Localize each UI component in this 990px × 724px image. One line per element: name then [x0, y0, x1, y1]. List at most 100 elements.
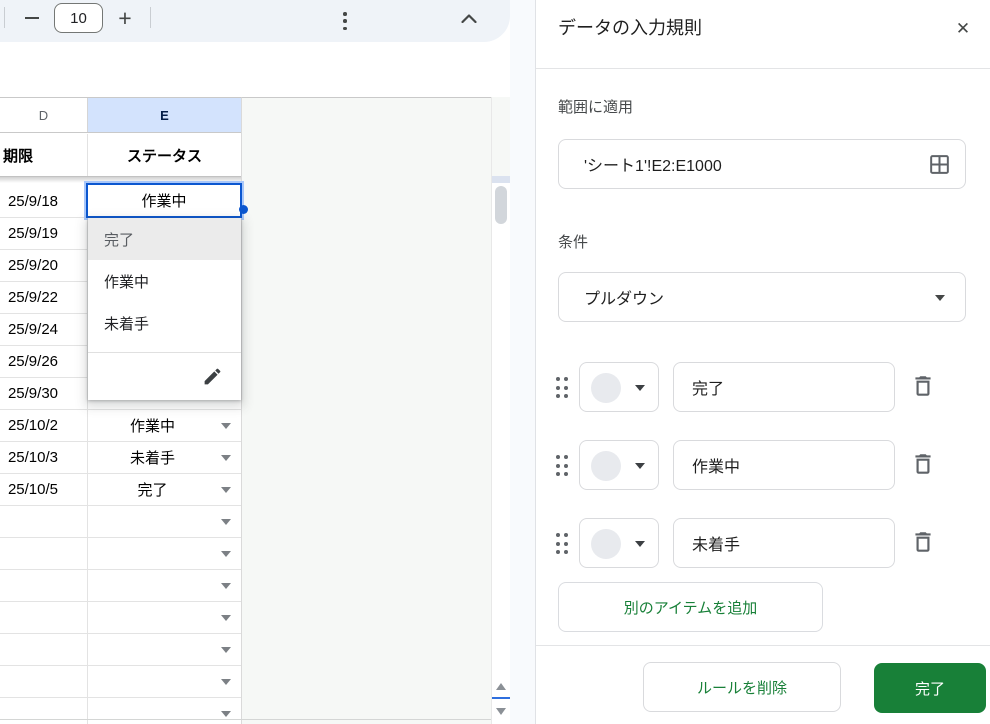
color-chip-button[interactable] — [579, 440, 659, 490]
cell-date[interactable] — [0, 602, 88, 633]
cell-date[interactable] — [0, 506, 88, 537]
cell-dropdown-caret-icon[interactable] — [221, 710, 231, 717]
cell-date[interactable]: 25/10/5 — [0, 474, 88, 505]
cell-dropdown-caret-icon[interactable] — [221, 582, 231, 589]
close-panel-button[interactable]: ✕ — [948, 14, 978, 44]
item-value-input[interactable]: 未着手 — [673, 518, 895, 568]
cell-status[interactable] — [88, 506, 241, 537]
zoom-out-button[interactable] — [16, 3, 48, 33]
panel-gutter — [510, 0, 535, 724]
cell-date[interactable]: 25/10/2 — [0, 410, 88, 441]
cell-dropdown-caret-icon[interactable] — [221, 550, 231, 557]
scroll-down-arrow-icon[interactable] — [496, 708, 506, 715]
scrollbar-frozen-marker — [492, 176, 510, 183]
delete-item-button[interactable] — [909, 529, 937, 557]
cell-date[interactable]: 25/9/26 — [0, 346, 88, 377]
rule-item-row: 未着手 — [536, 518, 990, 568]
color-swatch — [591, 451, 621, 481]
column-header-row: D E — [0, 97, 241, 133]
sheet-row: 25/10/5 完了 — [0, 474, 241, 506]
scroll-up-arrow-icon[interactable] — [496, 683, 506, 690]
cell-date[interactable]: 25/9/22 — [0, 282, 88, 313]
sheet-row: 25/10/3 未着手 — [0, 442, 241, 474]
cell-date[interactable]: 25/9/19 — [0, 218, 88, 249]
column-header-d[interactable]: D — [0, 98, 88, 132]
panel-title: データの入力規則 — [558, 18, 702, 38]
dropdown-option[interactable]: 作業中 — [88, 260, 241, 302]
cell-status[interactable]: 作業中 — [88, 410, 241, 441]
trash-icon — [915, 376, 931, 396]
delete-rule-button[interactable]: ルールを削除 — [643, 662, 841, 712]
cell-status[interactable] — [88, 666, 241, 697]
scrollbar-thumb[interactable] — [495, 186, 507, 224]
cell-dropdown-caret-icon[interactable] — [221, 518, 231, 525]
item-value-input[interactable]: 作業中 — [673, 440, 895, 490]
cell-status[interactable]: 未着手 — [88, 442, 241, 473]
selection-handle[interactable] — [239, 205, 248, 214]
cell-status[interactable] — [88, 602, 241, 633]
cell-dropdown-caret-icon[interactable] — [221, 486, 231, 493]
vertical-scrollbar[interactable] — [491, 97, 510, 724]
color-swatch — [591, 373, 621, 403]
cell-date[interactable] — [0, 698, 88, 724]
selected-cell-value: 作業中 — [141, 193, 187, 210]
chevron-down-icon — [935, 295, 945, 301]
more-options-button[interactable] — [166, 3, 347, 33]
scrollbar-frozen-zone — [492, 97, 510, 176]
sheet-row — [0, 570, 241, 602]
done-button[interactable]: 完了 — [874, 663, 986, 713]
cell-date[interactable] — [0, 570, 88, 601]
color-chip-button[interactable] — [579, 518, 659, 568]
cell-date[interactable]: 25/9/30 — [0, 378, 88, 409]
range-input[interactable]: 'シート1'!E2:E1000 — [558, 139, 966, 189]
cell-dropdown-caret-icon[interactable] — [221, 678, 231, 685]
delete-item-button[interactable] — [909, 373, 937, 401]
cell-date[interactable]: 25/10/3 — [0, 442, 88, 473]
trash-icon — [915, 532, 931, 552]
color-chip-button[interactable] — [579, 362, 659, 412]
drag-handle-icon[interactable] — [556, 533, 568, 554]
header-label-row: 期限 ステータス — [0, 134, 241, 177]
color-swatch — [591, 529, 621, 559]
cell-date[interactable]: 25/9/24 — [0, 314, 88, 345]
toolbar-divider — [150, 7, 151, 28]
cell-date[interactable] — [0, 634, 88, 665]
cell-status[interactable] — [88, 570, 241, 601]
item-value-input[interactable]: 完了 — [673, 362, 895, 412]
cell-status[interactable] — [88, 634, 241, 665]
select-data-range-icon[interactable] — [927, 152, 952, 182]
cell-status-value: 未着手 — [129, 450, 175, 467]
cell-date[interactable] — [0, 666, 88, 697]
cell-dropdown-caret-icon[interactable] — [221, 646, 231, 653]
dropdown-option[interactable]: 未着手 — [88, 302, 241, 344]
criteria-section-label: 条件 — [558, 234, 589, 251]
cell-status[interactable]: 完了 — [88, 474, 241, 505]
cell-dropdown-caret-icon[interactable] — [221, 454, 231, 461]
cell-status-value: 完了 — [137, 482, 168, 499]
cell-dropdown-caret-icon[interactable] — [221, 614, 231, 621]
cell-status[interactable] — [88, 538, 241, 569]
drag-handle-icon[interactable] — [556, 455, 568, 476]
criteria-select[interactable]: プルダウン — [558, 272, 966, 322]
column-header-e[interactable]: E — [88, 98, 241, 132]
dropdown-option[interactable]: 完了 — [88, 218, 241, 260]
zoom-in-button[interactable]: + — [108, 3, 142, 33]
chevron-down-icon — [635, 463, 645, 469]
selected-cell-e2[interactable]: 作業中 — [86, 183, 248, 218]
cell-header-status[interactable]: ステータス — [88, 134, 241, 176]
drag-handle-icon[interactable] — [556, 377, 568, 398]
cell-dropdown-caret-icon[interactable] — [221, 422, 231, 429]
zoom-level-input[interactable]: 10 — [54, 3, 103, 33]
cell-dropdown-menu: 完了 作業中 未着手 — [88, 218, 241, 400]
cell-date[interactable]: 25/9/18 — [0, 186, 88, 217]
collapse-toolbar-button[interactable] — [452, 3, 486, 33]
cell-status[interactable] — [88, 698, 241, 724]
dropdown-edit-row[interactable] — [88, 352, 241, 400]
cell-header-deadline[interactable]: 期限 — [0, 134, 88, 176]
plus-icon: + — [118, 4, 132, 31]
cell-date[interactable]: 25/9/20 — [0, 250, 88, 281]
delete-item-button[interactable] — [909, 451, 937, 479]
add-item-button[interactable]: 別のアイテムを追加 — [558, 582, 823, 632]
cell-status-value: 作業中 — [129, 418, 175, 435]
cell-date[interactable] — [0, 538, 88, 569]
